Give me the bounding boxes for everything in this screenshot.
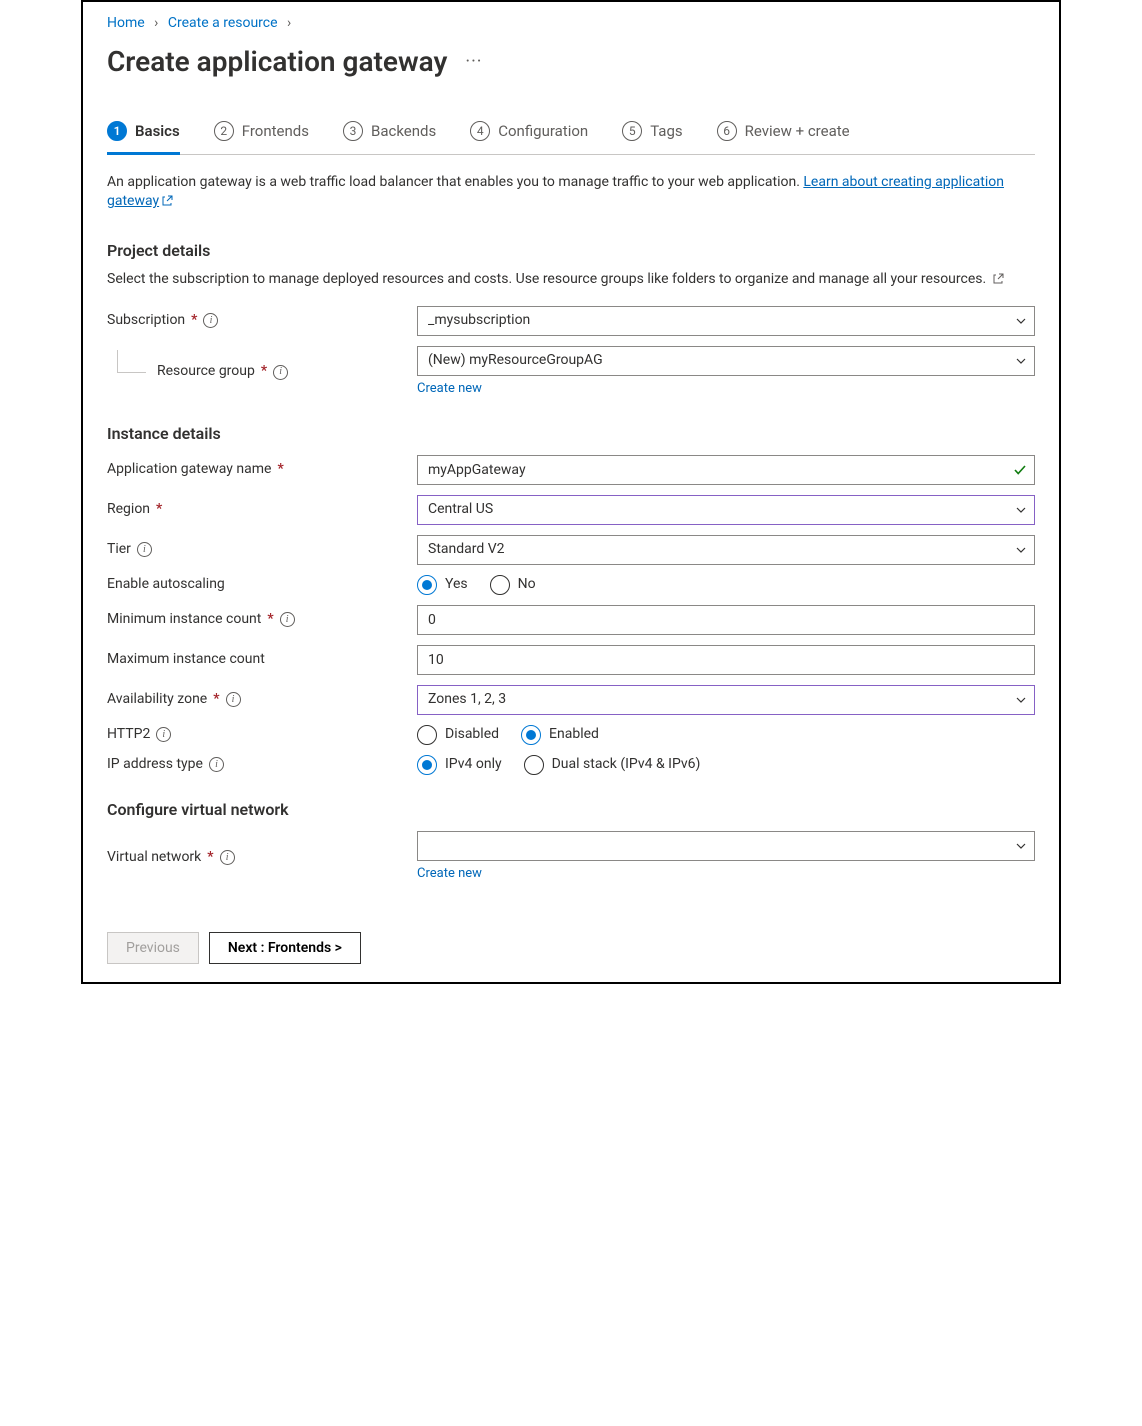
- ip-type-label: IP address type i: [107, 755, 417, 775]
- max-instance-input[interactable]: [417, 645, 1035, 675]
- info-icon[interactable]: i: [203, 313, 218, 328]
- vnet-label: Virtual network* i: [107, 848, 417, 868]
- step-badge: 5: [622, 121, 642, 141]
- tab-label: Basics: [135, 121, 180, 142]
- section-configure-vnet-title: Configure virtual network: [107, 799, 1035, 821]
- section-project-details-desc: Select the subscription to manage deploy…: [107, 270, 1035, 290]
- info-icon[interactable]: i: [280, 612, 295, 627]
- http2-disabled-radio[interactable]: Disabled: [417, 725, 499, 745]
- page-title: Create application gateway: [107, 42, 447, 81]
- info-icon[interactable]: i: [273, 365, 288, 380]
- availability-zone-dropdown[interactable]: Zones 1, 2, 3: [417, 685, 1035, 715]
- create-new-vnet-link[interactable]: Create new: [417, 865, 482, 883]
- section-instance-details-title: Instance details: [107, 423, 1035, 445]
- tabs: 1 Basics 2 Frontends 3 Backends 4 Config…: [107, 115, 1035, 155]
- external-link-icon: [161, 195, 173, 207]
- gateway-name-label: Application gateway name*: [107, 460, 417, 480]
- availability-zone-label: Availability zone* i: [107, 690, 417, 710]
- radio-label: Yes: [445, 575, 468, 595]
- tab-configuration[interactable]: 4 Configuration: [470, 115, 588, 155]
- tab-frontends[interactable]: 2 Frontends: [214, 115, 309, 155]
- next-frontends-button[interactable]: Next : Frontends >: [209, 932, 361, 964]
- info-icon[interactable]: i: [137, 542, 152, 557]
- radio-label: Disabled: [445, 725, 499, 745]
- autoscaling-label: Enable autoscaling: [107, 575, 417, 595]
- region-value: Central US: [428, 500, 493, 520]
- tab-label: Review + create: [745, 121, 850, 142]
- step-badge: 3: [343, 121, 363, 141]
- resource-group-dropdown[interactable]: (New) myResourceGroupAG: [417, 346, 1035, 376]
- ip-type-ipv4-radio[interactable]: IPv4 only: [417, 755, 502, 775]
- previous-button: Previous: [107, 932, 199, 964]
- tab-label: Configuration: [498, 121, 588, 142]
- tier-dropdown[interactable]: Standard V2: [417, 535, 1035, 565]
- info-icon[interactable]: i: [209, 757, 224, 772]
- step-badge: 2: [214, 121, 234, 141]
- region-label: Region*: [107, 500, 417, 520]
- info-icon[interactable]: i: [156, 727, 171, 742]
- availability-zone-value: Zones 1, 2, 3: [428, 690, 506, 710]
- breadcrumb-sep: ›: [287, 15, 291, 31]
- tab-label: Backends: [371, 121, 436, 142]
- step-badge: 1: [107, 121, 127, 141]
- intro-description: An application gateway is a web traffic …: [107, 174, 803, 190]
- breadcrumb-create-resource[interactable]: Create a resource: [168, 15, 278, 31]
- step-badge: 6: [717, 121, 737, 141]
- subscription-value: _mysubscription: [428, 311, 530, 331]
- tab-review-create[interactable]: 6 Review + create: [717, 115, 850, 155]
- min-instance-label: Minimum instance count* i: [107, 610, 417, 630]
- subscription-dropdown[interactable]: _mysubscription: [417, 306, 1035, 336]
- external-link-icon: [992, 273, 1004, 285]
- checkmark-icon: [1013, 463, 1027, 477]
- radio-label: Dual stack (IPv4 & IPv6): [552, 755, 701, 775]
- http2-enabled-radio[interactable]: Enabled: [521, 725, 599, 745]
- info-icon[interactable]: i: [226, 692, 241, 707]
- section-project-details-title: Project details: [107, 240, 1035, 262]
- tab-backends[interactable]: 3 Backends: [343, 115, 436, 155]
- info-icon[interactable]: i: [220, 850, 235, 865]
- vnet-dropdown[interactable]: [417, 831, 1035, 861]
- ip-type-dualstack-radio[interactable]: Dual stack (IPv4 & IPv6): [524, 755, 701, 775]
- tab-tags[interactable]: 5 Tags: [622, 115, 682, 155]
- radio-label: Enabled: [549, 725, 599, 745]
- autoscaling-no-radio[interactable]: No: [490, 575, 536, 595]
- more-icon[interactable]: ···: [465, 49, 482, 74]
- radio-label: No: [518, 575, 536, 595]
- subscription-label: Subscription* i: [107, 311, 417, 331]
- create-new-rg-link[interactable]: Create new: [417, 380, 482, 398]
- http2-label: HTTP2 i: [107, 725, 417, 745]
- resource-group-value: (New) myResourceGroupAG: [428, 351, 603, 371]
- step-badge: 4: [470, 121, 490, 141]
- breadcrumb: Home › Create a resource ›: [107, 14, 1035, 34]
- tier-label: Tier i: [107, 540, 417, 560]
- breadcrumb-sep: ›: [154, 15, 158, 31]
- tab-basics[interactable]: 1 Basics: [107, 115, 180, 155]
- max-instance-label: Maximum instance count: [107, 650, 417, 670]
- autoscaling-yes-radio[interactable]: Yes: [417, 575, 468, 595]
- region-dropdown[interactable]: Central US: [417, 495, 1035, 525]
- intro-text: An application gateway is a web traffic …: [107, 173, 1035, 212]
- tier-value: Standard V2: [428, 540, 505, 560]
- tab-label: Frontends: [242, 121, 309, 142]
- radio-label: IPv4 only: [445, 755, 502, 775]
- min-instance-input[interactable]: [417, 605, 1035, 635]
- resource-group-label: Resource group* i: [107, 362, 417, 382]
- breadcrumb-home[interactable]: Home: [107, 15, 145, 31]
- gateway-name-input[interactable]: [417, 455, 1035, 485]
- tab-label: Tags: [650, 121, 682, 142]
